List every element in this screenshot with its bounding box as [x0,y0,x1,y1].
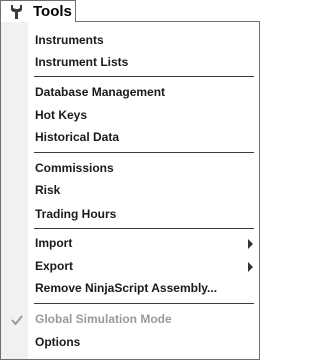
submenu-arrow-icon [248,262,253,272]
menu-item-export[interactable]: Export [2,256,259,278]
tools-dropdown-menu: Instruments Instrument Lists Database Ma… [0,21,260,360]
menu-item-remove-ninjascript-assembly[interactable]: Remove NinjaScript Assembly... [2,278,259,300]
menu-item-database-management[interactable]: Database Management [2,82,259,104]
menu-separator [34,76,254,77]
submenu-arrow-icon [248,239,253,249]
checkmark-icon [11,315,23,326]
menu-item-historical-data[interactable]: Historical Data [2,127,259,149]
menu-item-label: Database Management [35,85,166,99]
menu-item-label: Import [35,236,73,250]
menu-item-instrument-lists[interactable]: Instrument Lists [2,52,259,74]
menu-item-import[interactable]: Import [2,233,259,255]
menu-item-label: Historical Data [35,130,120,144]
menu-item-label: Commissions [35,161,114,175]
wrench-icon [11,5,22,19]
menu-item-label: Remove NinjaScript Assembly... [35,281,218,295]
menu-item-global-simulation-mode: Global Simulation Mode [2,309,259,331]
menu-item-risk[interactable]: Risk [2,180,259,202]
menu-item-hot-keys[interactable]: Hot Keys [2,105,259,127]
menu-item-label: Instrument Lists [35,55,129,69]
menu-item-label: Trading Hours [35,207,117,221]
menu-item-commissions[interactable]: Commissions [2,158,259,180]
tools-menu-title: Tools [33,3,72,20]
menu-item-options[interactable]: Options [2,332,259,354]
tools-menu-tab[interactable]: Tools [0,0,76,22]
menu-item-label: Export [35,259,74,273]
menu-separator [34,228,254,229]
menu-item-label: Hot Keys [35,108,88,122]
menu-separator [34,303,254,304]
menu-separator [34,152,254,153]
menu-item-instruments[interactable]: Instruments [2,30,259,52]
menu-item-trading-hours[interactable]: Trading Hours [2,204,259,226]
menu-item-label: Global Simulation Mode [35,312,172,326]
menu-item-label: Options [35,335,81,349]
menu-item-label: Risk [35,183,61,197]
menu-item-label: Instruments [35,33,104,47]
